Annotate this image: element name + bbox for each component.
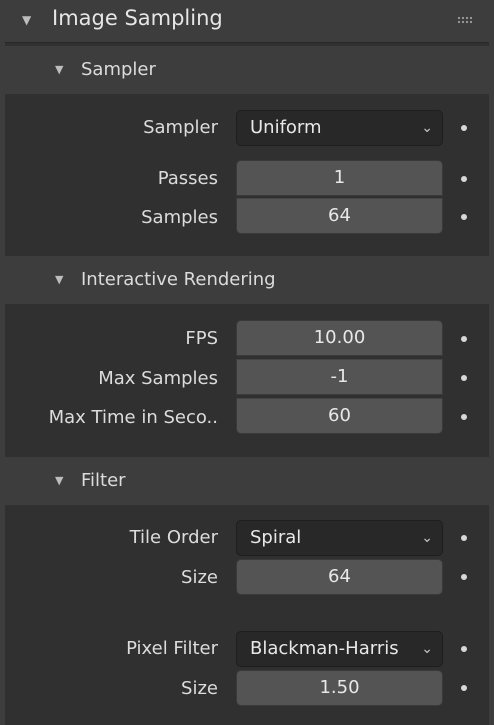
tile-order-label: Tile Order xyxy=(129,527,218,548)
pixel-filter-dropdown-value: Blackman-Harris xyxy=(250,638,399,659)
max-time-label: Max Time in Seco.. xyxy=(48,407,218,428)
sampler-label: Sampler xyxy=(143,117,218,138)
animate-property-dot-icon[interactable] xyxy=(461,375,467,381)
tile-order-dropdown-value: Spiral xyxy=(250,527,302,548)
tile-order-dropdown[interactable]: Spiral ⌄ xyxy=(236,520,443,556)
sampler-dropdown[interactable]: Uniform ⌄ xyxy=(236,110,443,146)
collapse-triangle-icon[interactable]: ▼ xyxy=(22,13,31,27)
animate-property-dot-icon[interactable] xyxy=(461,535,467,541)
image-sampling-header[interactable]: ▼ Image Sampling xyxy=(5,0,489,43)
fps-field[interactable]: 10.00 xyxy=(236,320,443,356)
animate-property-dot-icon[interactable] xyxy=(461,574,467,580)
pixel-filter-label: Pixel Filter xyxy=(126,638,218,659)
collapse-triangle-icon[interactable]: ▼ xyxy=(55,273,63,286)
animate-property-dot-icon[interactable] xyxy=(461,125,467,131)
chevron-down-icon: ⌄ xyxy=(421,641,433,657)
animate-property-dot-icon[interactable] xyxy=(461,685,467,691)
filter-size-label: Size xyxy=(181,678,218,699)
animate-property-dot-icon[interactable] xyxy=(461,176,467,182)
collapse-triangle-icon[interactable]: ▼ xyxy=(55,474,63,487)
sampler-subpanel-title: Sampler xyxy=(81,59,156,80)
filter-subpanel-title: Filter xyxy=(81,470,126,491)
tile-size-label: Size xyxy=(181,567,218,588)
grip-icon[interactable] xyxy=(457,16,473,24)
passes-field[interactable]: 1 xyxy=(236,160,443,196)
collapse-triangle-icon[interactable]: ▼ xyxy=(55,63,63,76)
samples-label: Samples xyxy=(141,207,218,228)
animate-property-dot-icon[interactable] xyxy=(461,414,467,420)
passes-label: Passes xyxy=(157,168,218,189)
animate-property-dot-icon[interactable] xyxy=(461,646,467,652)
max-samples-field[interactable]: -1 xyxy=(236,359,443,395)
animate-property-dot-icon[interactable] xyxy=(461,336,467,342)
interactive-rendering-subpanel-header[interactable]: ▼ Interactive Rendering xyxy=(5,256,489,304)
sampler-dropdown-value: Uniform xyxy=(250,117,322,138)
samples-field[interactable]: 64 xyxy=(236,198,443,234)
filter-subpanel-header[interactable]: ▼ Filter xyxy=(5,457,489,505)
animate-property-dot-icon[interactable] xyxy=(461,214,467,220)
image-sampling-panel: ▼ Image Sampling ▼ Sampler Sampler Unifo… xyxy=(5,0,489,725)
fps-label: FPS xyxy=(185,328,218,349)
pixel-filter-dropdown[interactable]: Blackman-Harris ⌄ xyxy=(236,631,443,667)
tile-size-field[interactable]: 64 xyxy=(236,559,443,595)
interactive-rendering-subpanel-title: Interactive Rendering xyxy=(81,269,276,290)
max-samples-label: Max Samples xyxy=(98,368,218,389)
panel-title: Image Sampling xyxy=(52,6,223,30)
chevron-down-icon: ⌄ xyxy=(421,120,433,136)
sampler-subpanel-header[interactable]: ▼ Sampler xyxy=(5,46,489,94)
filter-size-field[interactable]: 1.50 xyxy=(236,670,443,706)
max-time-field[interactable]: 60 xyxy=(236,398,443,434)
chevron-down-icon: ⌄ xyxy=(421,530,433,546)
